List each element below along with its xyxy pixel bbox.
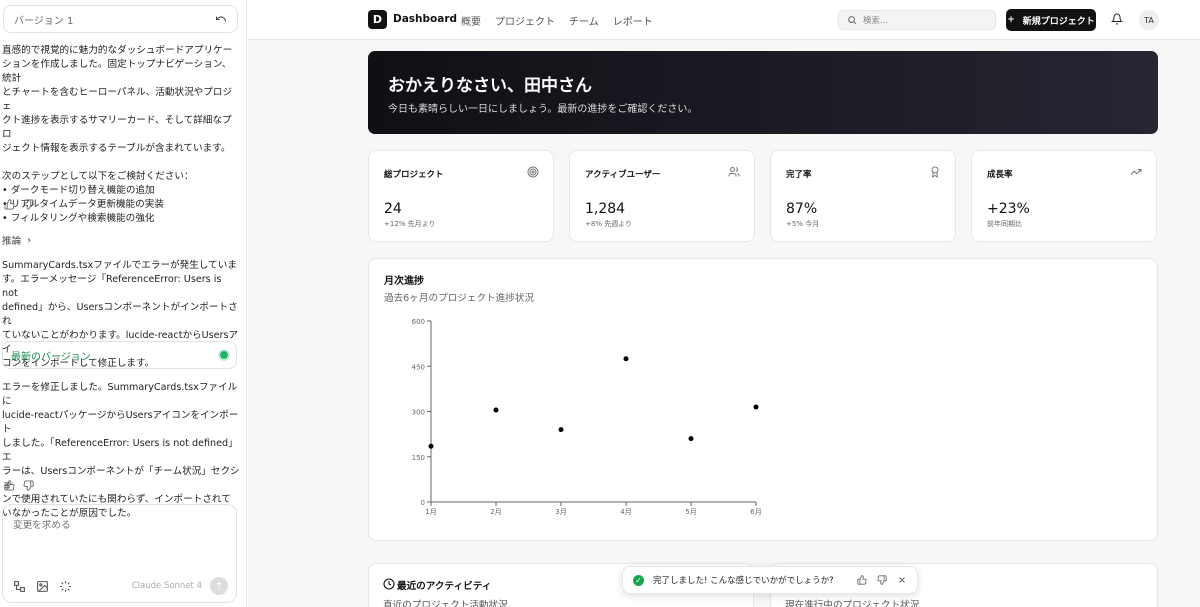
nav-item-overview[interactable]: 概要: [461, 13, 481, 28]
y-tick-label: 300: [412, 409, 425, 417]
reasoning-toggle[interactable]: 推論 ›: [2, 233, 32, 248]
prompt-input-box[interactable]: 変更を求める Claude Sonnet 4 ↑: [2, 504, 237, 603]
card-title: 総プロジェクト: [384, 170, 444, 180]
clock-icon: [383, 578, 395, 590]
monthly-progress-card: 月次進捗 過去6ヶ月のプロジェクト進捗状況 0 150 300 450 600 1月 2月 3…: [368, 258, 1158, 541]
data-point: [428, 443, 434, 449]
nav-item-reports[interactable]: レポート: [613, 13, 653, 28]
latest-version-pill[interactable]: 最新のバージョン: [2, 341, 237, 369]
hero-panel: おかえりなさい、田中さん 今日も素晴らしい一日にしましょう。最新の進捗をご確認く…: [368, 51, 1158, 134]
recent-activity-subtitle: 直近のプロジェクト活動状況: [383, 600, 508, 607]
brand-name[interactable]: Dashboard: [393, 13, 457, 25]
card-value: +23%: [987, 201, 1030, 217]
latest-version-label: 最新のバージョン: [11, 351, 91, 363]
summary-card-growth: 成長率 +23% 前年同期比: [971, 150, 1157, 242]
completion-toast: ✓ 完了しました! こんな感じでいかがでしょうか?: [622, 566, 918, 594]
bell-icon[interactable]: [1111, 13, 1123, 25]
summary-card-completion: 完了率 87% +5% 今月: [770, 150, 956, 242]
ongoing-projects-subtitle: 現在進行中のプロジェクト状況: [785, 600, 920, 607]
search-input[interactable]: 検索...: [863, 14, 888, 26]
chat-panel: バージョン 1 直感的で視覚的に魅力的なダッシュボードアプリケー ションを作成し…: [0, 0, 247, 607]
reasoning-label: 推論: [2, 236, 22, 247]
chevron-right-icon: ›: [27, 234, 32, 246]
target-icon: [527, 166, 539, 178]
thumbs-down-icon[interactable]: [877, 575, 887, 585]
y-tick-label: 0: [421, 499, 425, 507]
y-tick-label: 450: [412, 363, 425, 371]
card-sub: +8% 先週より: [585, 220, 633, 228]
hero-title: おかえりなさい、田中さん: [388, 76, 592, 96]
summary-card-projects: 総プロジェクト 24 +12% 先月より: [368, 150, 554, 242]
avatar[interactable]: TA: [1139, 10, 1159, 30]
nav-item-team[interactable]: チーム: [569, 13, 599, 28]
data-point: [753, 404, 759, 410]
close-icon[interactable]: [897, 575, 907, 585]
thumbs-up-icon[interactable]: [857, 575, 867, 585]
input-tools: [13, 580, 72, 593]
thumbs-up-icon[interactable]: [4, 199, 15, 210]
dashboard-preview: D Dashboard 概要 プロジェクト チーム レポート 検索... + 新…: [248, 0, 1200, 607]
users-icon: [728, 167, 740, 177]
magic-icon[interactable]: [59, 580, 72, 593]
data-point: [493, 407, 499, 413]
feedback-buttons-1: [4, 199, 34, 210]
card-value: 1,284: [585, 201, 626, 217]
x-tick-label: 6月: [750, 508, 761, 516]
data-point: [558, 427, 564, 433]
x-tick-label: 2月: [490, 508, 501, 516]
nav-item-projects[interactable]: プロジェクト: [495, 13, 555, 28]
plus-icon: +: [1007, 15, 1015, 25]
toast-actions: [857, 575, 907, 585]
thumbs-down-icon[interactable]: [23, 199, 34, 210]
y-tick-label: 150: [412, 454, 425, 462]
scatter-chart: 0 150 300 450 600 1月 2月 3月 4月 5月 6月: [412, 318, 762, 516]
x-tick-label: 4月: [620, 508, 631, 516]
image-icon[interactable]: [36, 580, 49, 593]
version-selector[interactable]: バージョン 1: [3, 5, 238, 33]
feedback-buttons-2: [4, 480, 34, 491]
x-tick-label: 5月: [685, 508, 696, 516]
search-icon: [848, 16, 857, 25]
thumbs-down-icon[interactable]: [23, 480, 34, 491]
new-project-button[interactable]: + 新規プロジェクト: [1006, 9, 1096, 31]
toast-text: 完了しました! こんな感じでいかがでしょうか?: [653, 576, 834, 586]
attach-icon[interactable]: [13, 580, 26, 593]
trending-up-icon: [1130, 169, 1142, 175]
new-project-label: 新規プロジェクト: [1022, 16, 1095, 27]
card-value: 87%: [786, 201, 818, 217]
hero-subtitle: 今日も素晴らしい一日にしましょう。最新の進捗をご確認ください。: [388, 104, 698, 115]
assistant-message-3: エラーを修正しました。SummaryCards.tsxファイルに lucide-…: [2, 382, 240, 519]
data-point: [623, 356, 629, 362]
summary-card-users: アクティブユーザー 1,284 +8% 先週より: [569, 150, 755, 242]
card-title: 完了率: [786, 170, 812, 180]
send-button[interactable]: ↑: [210, 577, 228, 595]
search-field[interactable]: 検索...: [838, 10, 996, 30]
status-dot-icon: [220, 351, 228, 359]
prompt-input[interactable]: 変更を求める: [13, 517, 71, 531]
logo: D: [368, 10, 387, 29]
nav-links: 概要 プロジェクト チーム レポート: [461, 13, 653, 28]
data-point: [688, 436, 694, 442]
assistant-message-1: 直感的で視覚的に魅力的なダッシュボードアプリケー ションを作成しました。固定トッ…: [2, 45, 233, 224]
check-circle-icon: ✓: [633, 574, 644, 586]
x-tick-label: 1月: [425, 508, 436, 516]
undo-icon[interactable]: [215, 13, 227, 25]
award-icon: [931, 166, 939, 178]
thumbs-up-icon[interactable]: [4, 480, 15, 491]
y-tick-label: 600: [412, 318, 425, 326]
model-name: Claude Sonnet 4: [131, 581, 202, 591]
top-navigation: D Dashboard 概要 プロジェクト チーム レポート 検索... + 新…: [248, 0, 1200, 40]
card-sub: 前年同期比: [987, 220, 1022, 228]
card-title: 成長率: [987, 170, 1013, 180]
card-sub: +12% 先月より: [384, 220, 436, 228]
recent-activity-title: 最近のアクティビティ: [397, 581, 492, 592]
version-label: バージョン 1: [14, 15, 74, 27]
card-value: 24: [384, 201, 402, 217]
card-sub: +5% 今月: [786, 220, 820, 228]
card-title: アクティブユーザー: [585, 170, 661, 180]
x-tick-label: 3月: [555, 508, 566, 516]
